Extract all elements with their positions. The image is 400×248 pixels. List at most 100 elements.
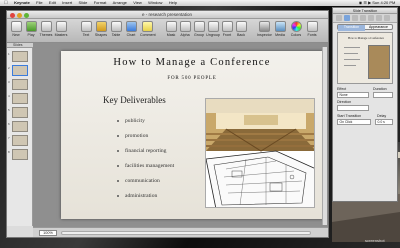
- delay-field[interactable]: 0.0 s: [375, 119, 393, 125]
- screenshot-watermark: screenshot: [365, 238, 385, 243]
- slide-subtitle[interactable]: for 500 people: [61, 76, 323, 81]
- slide-thumbnail[interactable]: [12, 135, 28, 146]
- slide-thumbnail[interactable]: [12, 149, 28, 160]
- conference-room-floorplan-image[interactable]: [205, 98, 315, 208]
- play-button[interactable]: Play: [24, 21, 38, 41]
- thumbnail-number: 2: [8, 66, 10, 70]
- preview-title: How to Manage a Conference: [348, 36, 384, 40]
- preview-image: [368, 45, 390, 79]
- preview-line: [344, 47, 360, 48]
- comment-button[interactable]: Comment: [140, 21, 156, 41]
- colors-label: Colors: [290, 33, 302, 37]
- direction-label: Direction: [337, 100, 352, 104]
- thumbnail-number: 4: [8, 94, 10, 98]
- media-button[interactable]: Media: [273, 21, 287, 41]
- duration-field[interactable]: [373, 92, 393, 98]
- slide-thumbnail[interactable]: [12, 121, 28, 132]
- ungroup-button[interactable]: Ungroup: [206, 21, 220, 41]
- back-icon: [235, 21, 247, 32]
- effect-select[interactable]: None: [337, 92, 369, 98]
- close-button[interactable]: [10, 12, 15, 18]
- back-label: Back: [237, 33, 245, 37]
- slide-navigator[interactable]: 1 2 3 4 5 6 7 8: [7, 48, 33, 226]
- text-button[interactable]: Text: [79, 21, 93, 41]
- group-button[interactable]: Group: [192, 21, 206, 41]
- zoom-menu[interactable]: 100%: [39, 230, 57, 236]
- window-titlebar[interactable]: e - research presentation: [7, 11, 328, 19]
- appearance-tab[interactable]: Appearance: [365, 25, 392, 31]
- fonts-icon: [306, 21, 318, 32]
- mask-label: Mask: [166, 33, 176, 37]
- inspector-segment: Transition Appearance: [337, 24, 393, 31]
- transition-tab[interactable]: Transition: [338, 25, 365, 31]
- slide-canvas: How to Manage a Conference for 500 peopl…: [33, 43, 328, 227]
- vertical-scrollbar[interactable]: [322, 47, 327, 225]
- slide-thumbnail[interactable]: [12, 51, 28, 62]
- comment-label: Comment: [140, 33, 156, 37]
- bullet-text: administration: [125, 193, 158, 199]
- toolbar: New Play Themes Masters Text Shapes Tabl…: [7, 19, 328, 43]
- delay-label: Delay: [377, 114, 387, 118]
- table-label: Table: [111, 33, 121, 37]
- window-title: e - research presentation: [141, 12, 193, 17]
- preview-line: [344, 53, 358, 54]
- ungroup-icon: [207, 21, 219, 32]
- alpha-label: Alpha: [180, 33, 190, 37]
- masters-button[interactable]: Masters: [54, 21, 68, 41]
- bullet-dot-icon: [117, 120, 119, 122]
- fonts-button[interactable]: Fonts: [305, 21, 319, 41]
- front-button[interactable]: Front: [220, 21, 234, 41]
- slide-title[interactable]: How to Manage a Conference: [61, 57, 323, 68]
- text-format-icon[interactable]: [360, 15, 366, 21]
- zoom-button[interactable]: [24, 12, 29, 18]
- alpha-icon: [179, 21, 191, 32]
- masters-icon: [55, 21, 67, 32]
- bullet-item: communication: [117, 177, 217, 192]
- bullet-text: financial reporting: [125, 148, 167, 154]
- shapes-icon: [95, 21, 107, 32]
- table-inspector-icon[interactable]: [384, 15, 390, 21]
- horizontal-scrollbar[interactable]: [61, 231, 311, 235]
- transition-preview: How to Manage a Conference: [337, 32, 393, 84]
- new-button[interactable]: New: [9, 21, 23, 41]
- mask-button[interactable]: Mask: [164, 21, 178, 41]
- inspector-title: Slide Transition: [352, 8, 378, 13]
- graphic-icon[interactable]: [368, 15, 374, 21]
- bullet-list[interactable]: publicity promotion financial reporting …: [117, 117, 217, 207]
- start-transition-select[interactable]: On Click: [337, 119, 371, 125]
- shapes-button[interactable]: Shapes: [94, 21, 108, 41]
- colors-icon: [290, 21, 302, 32]
- chart-button[interactable]: Chart: [124, 21, 138, 41]
- thumbnail-number: 8: [8, 150, 10, 154]
- bullet-text: communication: [125, 178, 160, 184]
- slide-icon[interactable]: [344, 15, 350, 21]
- slide-thumbnail[interactable]: [12, 79, 28, 90]
- inspector-button[interactable]: Inspector: [257, 21, 272, 41]
- slide[interactable]: How to Manage a Conference for 500 peopl…: [61, 51, 323, 219]
- table-button[interactable]: Table: [109, 21, 123, 41]
- minimize-button[interactable]: [17, 12, 22, 18]
- comment-icon: [141, 21, 153, 32]
- slide-thumbnail[interactable]: [12, 107, 28, 118]
- shapes-label: Shapes: [94, 33, 108, 37]
- front-label: Front: [222, 33, 232, 37]
- metrics-icon[interactable]: [376, 15, 382, 21]
- back-button[interactable]: Back: [234, 21, 248, 41]
- slide-thumbnail-selected[interactable]: [12, 65, 28, 76]
- slide-thumbnail[interactable]: [12, 93, 28, 104]
- themes-button[interactable]: Themes: [39, 21, 53, 41]
- group-icon: [193, 21, 205, 32]
- colors-button[interactable]: Colors: [289, 21, 303, 41]
- document-icon[interactable]: [336, 15, 342, 21]
- slide-heading[interactable]: Key Deliverables: [103, 95, 166, 105]
- front-icon: [221, 21, 233, 32]
- preview-line: [344, 65, 356, 66]
- build-icon[interactable]: [352, 15, 358, 21]
- bullet-dot-icon: [117, 150, 119, 152]
- text-icon: [80, 21, 92, 32]
- thumbnail-number: 6: [8, 122, 10, 126]
- bullet-item: publicity: [117, 117, 217, 132]
- direction-select[interactable]: [337, 105, 369, 111]
- alpha-button[interactable]: Alpha: [178, 21, 192, 41]
- start-transition-label: Start Transition: [337, 114, 362, 118]
